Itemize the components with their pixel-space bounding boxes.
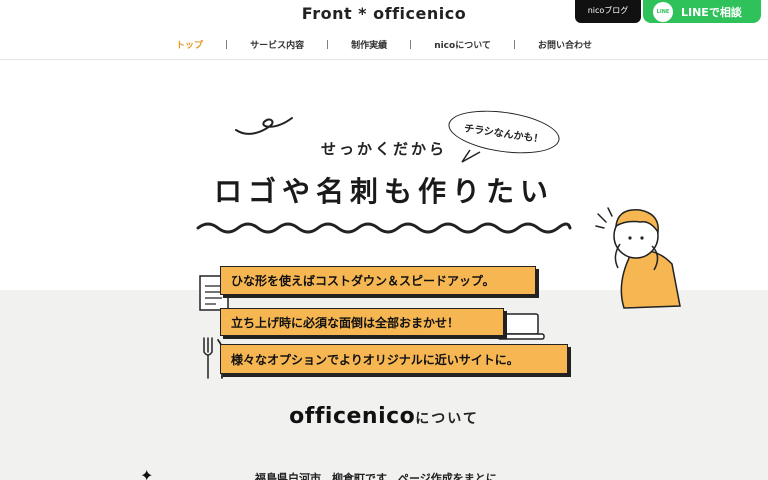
about-section-title: officenicoについて	[0, 404, 768, 429]
about-suffix: について	[415, 411, 479, 427]
feature-banner-options: 様々なオプションでよりオリジナルに近いサイトに。	[220, 344, 568, 374]
feature-banner-setup: 立ち上げ時に必須な面倒は全部おまかせ！	[220, 308, 504, 336]
sparkle-icon: ✦	[140, 466, 154, 480]
squiggle-decoration	[235, 117, 293, 135]
about-intro-text: 福島県白河市 柳倉町です ページ作成をまとに	[255, 472, 497, 480]
hero-heading: ロゴや名刺も作りたい	[213, 175, 554, 208]
hero-subheading: せっかくだから	[320, 140, 447, 158]
feature-banner-cost: ひな形を使えばコストダウン＆スピードアップ。	[220, 266, 536, 295]
about-brand: officenico	[289, 404, 416, 429]
laptop-icon	[497, 313, 545, 340]
wave-divider	[196, 222, 572, 234]
person-illustration	[595, 207, 681, 309]
page: Front * officenico トップ | サービス内容 | 制作実績 |…	[0, 0, 768, 480]
